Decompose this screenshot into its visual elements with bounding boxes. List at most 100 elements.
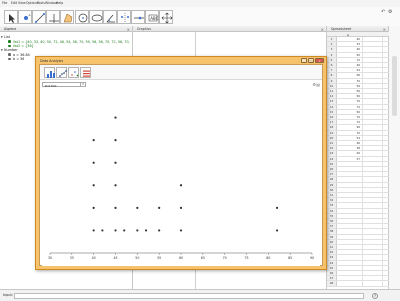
spreadsheet-cell[interactable]: 70 xyxy=(337,78,363,83)
dialog-export-icon[interactable]: ▤ xyxy=(316,82,320,87)
spreadsheet-cell[interactable] xyxy=(363,78,383,83)
menu-item[interactable]: Edit xyxy=(11,1,17,5)
spreadsheet-cell[interactable] xyxy=(363,265,383,270)
collapse-icon[interactable]: ▾ xyxy=(1,35,3,39)
spreadsheet-cell[interactable] xyxy=(363,203,383,208)
row-number[interactable]: 15 xyxy=(327,109,337,114)
spreadsheet-cell[interactable] xyxy=(363,135,383,140)
spreadsheet-cell[interactable] xyxy=(363,68,383,73)
row-number[interactable]: 45 xyxy=(327,265,337,270)
row-number[interactable]: 23 xyxy=(327,151,337,156)
spreadsheet-cell[interactable] xyxy=(363,219,383,224)
spreadsheet-cell[interactable] xyxy=(363,172,383,177)
spreadsheet-cell[interactable] xyxy=(363,193,383,198)
spreadsheet-cell[interactable] xyxy=(363,187,383,192)
spreadsheet-cell[interactable] xyxy=(337,203,363,208)
vertical-scrollbar[interactable] xyxy=(389,26,400,289)
spreadsheet-cell[interactable] xyxy=(337,177,363,182)
spreadsheet-cell[interactable] xyxy=(363,130,383,135)
input-field[interactable] xyxy=(14,292,364,299)
row-number[interactable]: 31 xyxy=(327,193,337,198)
row-number[interactable]: 5 xyxy=(327,57,337,62)
row-number[interactable]: 29 xyxy=(327,182,337,187)
multivariable-analysis-icon[interactable] xyxy=(68,67,79,78)
spreadsheet-cell[interactable]: 56 xyxy=(337,89,363,94)
algebra-item[interactable]: b = 36 xyxy=(13,57,24,61)
spreadsheet-cell[interactable]: 70 xyxy=(337,130,363,135)
text-tool-icon[interactable]: ABC xyxy=(145,10,159,24)
row-number[interactable]: 2 xyxy=(327,42,337,47)
row-number[interactable]: 28 xyxy=(327,177,337,182)
spreadsheet-cell[interactable] xyxy=(363,125,383,130)
row-number[interactable]: 18 xyxy=(327,125,337,130)
spreadsheet-cell[interactable] xyxy=(363,182,383,187)
row-number[interactable]: 39 xyxy=(327,234,337,239)
spreadsheet-cell[interactable] xyxy=(363,250,383,255)
row-number[interactable]: 41 xyxy=(327,245,337,250)
row-number[interactable]: 25 xyxy=(327,161,337,166)
spreadsheet-cell[interactable] xyxy=(363,156,383,161)
menu-item[interactable]: Help xyxy=(56,1,63,5)
spreadsheet-cell[interactable] xyxy=(363,167,383,172)
spreadsheet-cell[interactable]: 46 xyxy=(337,141,363,146)
spreadsheet-cell[interactable] xyxy=(337,271,363,276)
spreadsheet-cell[interactable] xyxy=(337,245,363,250)
row-number[interactable]: 36 xyxy=(327,219,337,224)
row-number[interactable]: 14 xyxy=(327,104,337,109)
spreadsheet-cell[interactable] xyxy=(337,193,363,198)
reflect-tool-icon[interactable] xyxy=(117,10,131,24)
row-number[interactable]: 22 xyxy=(327,146,337,151)
collapse-icon[interactable]: ▾ xyxy=(1,48,3,52)
spreadsheet-cell[interactable]: 46 xyxy=(337,63,363,68)
row-number[interactable]: 12 xyxy=(327,94,337,99)
two-variable-analysis-icon[interactable] xyxy=(56,67,68,78)
row-number[interactable]: 19 xyxy=(327,130,337,135)
spreadsheet-cell[interactable] xyxy=(363,245,383,250)
spreadsheet-cell[interactable] xyxy=(337,250,363,255)
visibility-toggle-icon[interactable] xyxy=(8,44,11,48)
spreadsheet-cell[interactable]: 70 xyxy=(337,99,363,104)
spreadsheet-cell[interactable]: 40 xyxy=(337,37,363,42)
spreadsheet-cell[interactable] xyxy=(363,94,383,99)
spreadsheet-cell[interactable] xyxy=(363,104,383,109)
spreadsheet-cell[interactable] xyxy=(337,167,363,172)
spreadsheet-cell[interactable]: 54 xyxy=(337,135,363,140)
spreadsheet-cell[interactable] xyxy=(337,276,363,281)
dialog-titlebar[interactable]: Data Analysis _ □ × xyxy=(36,57,326,64)
spreadsheet-cell[interactable]: 59 xyxy=(337,83,363,88)
spreadsheet-cell[interactable] xyxy=(337,198,363,203)
spreadsheet-cell[interactable]: 56 xyxy=(337,94,363,99)
spreadsheet-cell[interactable] xyxy=(363,271,383,276)
row-number[interactable]: 35 xyxy=(327,213,337,218)
move-tool-icon[interactable] xyxy=(4,10,18,24)
spreadsheet-cell[interactable] xyxy=(363,42,383,47)
menu-item[interactable]: File xyxy=(2,1,7,5)
row-number[interactable]: 33 xyxy=(327,203,337,208)
algebra-group-header[interactable]: List xyxy=(4,35,10,39)
spreadsheet-cell[interactable] xyxy=(337,224,363,229)
spreadsheet-cell[interactable]: 37 xyxy=(337,156,363,161)
row-number[interactable]: 37 xyxy=(327,224,337,229)
spreadsheet-cell[interactable] xyxy=(363,73,383,78)
menu-item[interactable]: View xyxy=(18,1,26,5)
ellipse-tool-icon[interactable] xyxy=(89,10,103,24)
spreadsheet-cell[interactable] xyxy=(363,99,383,104)
spreadsheet-cell[interactable] xyxy=(363,255,383,260)
spreadsheet-cell[interactable] xyxy=(363,52,383,57)
row-number[interactable]: 47 xyxy=(327,276,337,281)
algebra-group-header[interactable]: Number xyxy=(4,48,18,52)
close-icon[interactable]: × xyxy=(321,27,324,32)
spreadsheet-cell[interactable] xyxy=(363,57,383,62)
spreadsheet-cell[interactable] xyxy=(363,198,383,203)
menu-item[interactable]: Tools xyxy=(37,1,45,5)
spreadsheet-cell[interactable]: 70 xyxy=(337,115,363,120)
perpendicular-tool-icon[interactable] xyxy=(46,10,60,24)
spreadsheet-cell[interactable] xyxy=(363,234,383,239)
spreadsheet-cell[interactable] xyxy=(337,187,363,192)
line-tool-icon[interactable] xyxy=(32,10,46,24)
spreadsheet-cell[interactable] xyxy=(337,234,363,239)
row-number[interactable]: 20 xyxy=(327,135,337,140)
spreadsheet-cell[interactable] xyxy=(363,141,383,146)
row-number[interactable]: 32 xyxy=(327,198,337,203)
spreadsheet-cell[interactable] xyxy=(363,63,383,68)
